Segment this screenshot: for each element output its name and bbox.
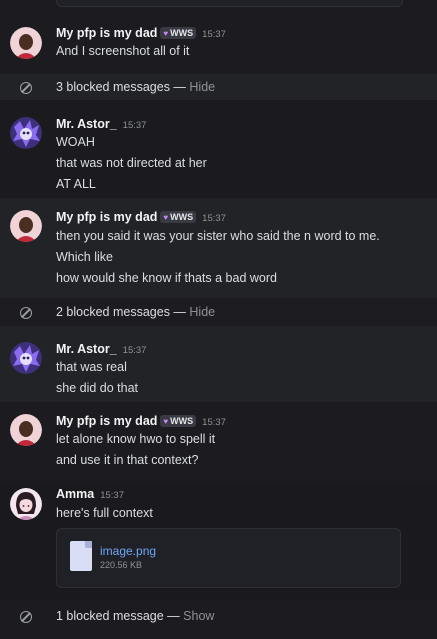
blocked-icon	[20, 82, 32, 94]
message-text: she did do that	[56, 381, 139, 395]
timestamp: 15:37	[202, 29, 226, 40]
message-text: that was real	[56, 360, 127, 374]
avatar-dad[interactable]	[10, 27, 42, 59]
attachment-filename[interactable]: image.png	[100, 544, 156, 558]
avatar-astor[interactable]	[10, 117, 42, 149]
message-text: And I screenshot all of it	[56, 44, 190, 58]
message-author[interactable]: Mr. Astor_ 15:37	[56, 117, 146, 131]
timestamp: 15:37	[122, 120, 147, 131]
message-text: and use it in that context?	[56, 453, 199, 467]
message-text: then you said it was your sister who sai…	[56, 229, 380, 243]
message-author[interactable]: My pfp is my dad ♥ WWS 15:37	[56, 26, 226, 40]
message-text: that was not directed at her	[56, 156, 207, 170]
timestamp: 15:37	[100, 490, 124, 501]
server-tag[interactable]: ♥ WWS	[160, 27, 197, 39]
file-icon	[70, 541, 92, 571]
avatar-amma[interactable]	[10, 488, 42, 520]
timestamp: 15:37	[202, 417, 226, 428]
blocked-messages-row[interactable]: 3 blocked messages — Hide	[0, 77, 437, 99]
server-tag[interactable]: ♥ WWS	[160, 415, 197, 427]
blocked-label: 1 blocked message —	[56, 609, 184, 623]
blocked-icon	[20, 307, 32, 319]
file-attachment[interactable]: image.png 220.56 KB	[56, 528, 401, 588]
timestamp: 15:37	[122, 345, 147, 356]
message-text: AT ALL	[56, 177, 96, 191]
message-text: here's full context	[56, 506, 153, 520]
message-text: WOAH	[56, 135, 95, 149]
blocked-hide-link[interactable]: Hide	[189, 305, 215, 319]
blocked-label: 2 blocked messages —	[56, 305, 190, 319]
message-text: let alone know hwo to spell it	[56, 432, 216, 446]
blocked-show-link[interactable]: Show	[183, 609, 214, 623]
avatar-astor[interactable]	[10, 342, 42, 374]
avatar-dad[interactable]	[10, 414, 42, 446]
message-author[interactable]: Amma 15:37	[56, 487, 124, 501]
blocked-messages-row[interactable]: 2 blocked messages — Hide	[0, 302, 437, 324]
message-text: Which like	[56, 250, 113, 264]
message-text: how would she know if thats a bad word	[56, 271, 277, 285]
blocked-hide-link[interactable]: Hide	[189, 80, 215, 94]
blocked-messages-row[interactable]: 1 blocked message — Show	[0, 606, 437, 628]
attachment-size: 220.56 KB	[100, 560, 143, 570]
blocked-label: 3 blocked messages —	[56, 80, 190, 94]
previous-embed-edge	[56, 0, 403, 7]
timestamp: 15:37	[202, 213, 226, 224]
server-tag[interactable]: ♥ WWS	[160, 211, 197, 223]
blocked-icon	[20, 611, 32, 623]
message-author[interactable]: My pfp is my dad ♥ WWS 15:37	[56, 414, 226, 428]
avatar-dad[interactable]	[10, 210, 42, 242]
message-author[interactable]: My pfp is my dad ♥ WWS 15:37	[56, 210, 226, 224]
message-author[interactable]: Mr. Astor_ 15:37	[56, 342, 146, 356]
